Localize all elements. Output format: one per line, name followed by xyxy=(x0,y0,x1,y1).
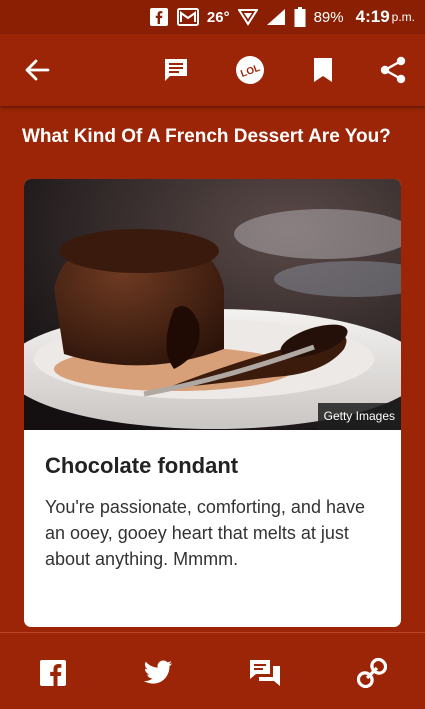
facebook-icon[interactable] xyxy=(35,655,71,691)
image-credit: Getty Images xyxy=(317,403,401,430)
back-arrow-icon[interactable] xyxy=(21,54,53,86)
status-bar: 26° 89% 4:19 p.m. xyxy=(0,0,425,34)
battery-percent: 89% xyxy=(313,8,344,26)
clock-time: 4:19 xyxy=(355,7,390,26)
result-image: Getty Images xyxy=(24,179,401,430)
comment-icon[interactable] xyxy=(160,54,192,86)
twitter-icon[interactable] xyxy=(140,655,176,691)
gmail-notification-icon xyxy=(176,8,199,26)
clock: 4:19 p.m. xyxy=(356,7,415,27)
toolbar: LOL xyxy=(0,34,425,106)
battery-icon xyxy=(294,7,306,27)
data-saver-icon xyxy=(237,8,258,26)
share-icon[interactable] xyxy=(377,54,409,86)
temperature-text: 26° xyxy=(206,8,230,26)
signal-icon xyxy=(266,8,286,26)
facebook-notification-icon xyxy=(149,7,169,27)
result-card: Getty Images Chocolate fondant You're pa… xyxy=(24,179,401,627)
messages-icon[interactable] xyxy=(247,655,283,691)
bookmark-icon[interactable] xyxy=(307,54,339,86)
lol-icon[interactable]: LOL xyxy=(234,54,266,86)
result-description: You're passionate, comforting, and have … xyxy=(45,497,365,569)
quiz-title: What Kind Of A French Dessert Are You? xyxy=(22,126,391,147)
result-name: Chocolate fondant xyxy=(45,453,239,478)
share-bar xyxy=(0,632,425,709)
link-icon[interactable] xyxy=(354,655,390,691)
clock-ampm: p.m. xyxy=(391,10,415,24)
